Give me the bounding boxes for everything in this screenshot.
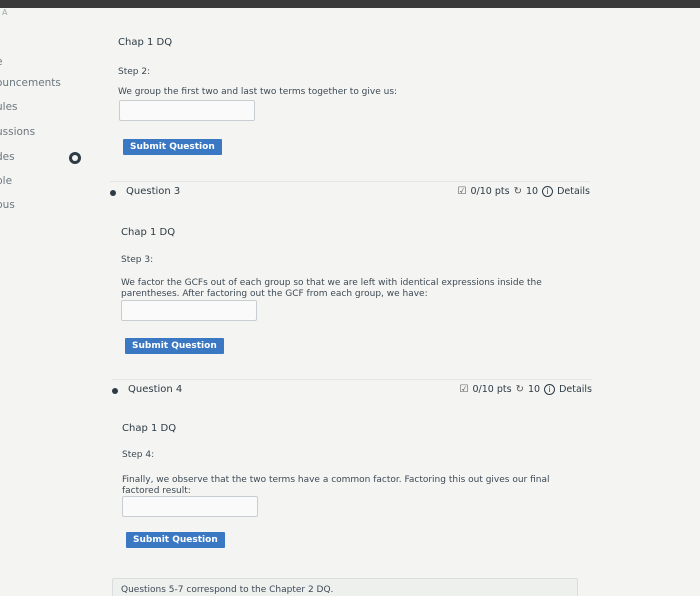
step-label: Step 4: — [122, 450, 155, 460]
attempts-value: 10 — [525, 186, 539, 197]
points-value: 0/10 pts — [470, 186, 510, 197]
course-nav-sidebar: e ouncements ules ussions des ple bus — [0, 20, 72, 596]
submit-question-button[interactable]: Submit Question — [125, 338, 224, 354]
submit-question-button[interactable]: Submit Question — [123, 139, 222, 155]
top-bar-corner-text: A — [2, 8, 8, 17]
sidebar-item-grades[interactable]: des — [0, 151, 15, 163]
attempts-value: 10 — [527, 384, 541, 395]
sidebar-item-discussions[interactable]: ussions — [0, 126, 35, 138]
block-title: Chap 1 DQ — [118, 37, 173, 48]
sidebar-item-home[interactable]: e — [0, 56, 2, 68]
retry-icon: ↻ — [515, 384, 524, 395]
page-indicator-icon — [69, 152, 81, 164]
block-title: Chap 1 DQ — [122, 423, 177, 434]
edit-icon: ☑ — [459, 384, 469, 395]
info-icon[interactable]: i — [542, 186, 554, 197]
question-meta: ☑ 0/10 pts ↻ 10 i Details — [458, 186, 590, 197]
question-prompt: We factor the GCFs out of each group so … — [121, 278, 542, 299]
answer-input[interactable] — [119, 100, 255, 121]
question-title: Question 4 — [128, 384, 183, 395]
submit-question-button[interactable]: Submit Question — [126, 532, 225, 548]
block-title: Chap 1 DQ — [121, 227, 176, 238]
details-link[interactable]: Details — [559, 384, 592, 395]
sidebar-item-people[interactable]: ple — [0, 175, 12, 187]
info-icon[interactable]: i — [544, 384, 556, 395]
bullet-icon — [112, 388, 118, 394]
sidebar-item-announcements[interactable]: ouncements — [0, 77, 61, 89]
section-note-text: Questions 5-7 correspond to the Chapter … — [121, 585, 334, 595]
answer-input[interactable] — [121, 300, 257, 321]
question-meta: ☑ 0/10 pts ↻ 10 i Details — [460, 384, 592, 395]
section-note: Questions 5-7 correspond to the Chapter … — [112, 578, 578, 596]
points-value: 0/10 pts — [472, 384, 512, 395]
bullet-icon — [110, 190, 116, 196]
step-label: Step 2: — [118, 67, 151, 77]
step-label: Step 3: — [121, 255, 154, 265]
question-prompt: Finally, we observe that the two terms h… — [122, 475, 550, 496]
details-link[interactable]: Details — [557, 186, 590, 197]
quiz-content: Chap 1 DQ Step 2: We group the first two… — [100, 0, 700, 596]
sidebar-item-syllabus[interactable]: bus — [0, 199, 15, 211]
retry-icon: ↻ — [513, 186, 522, 197]
question-title: Question 3 — [126, 186, 181, 197]
question-3-header: Question 3 ☑ 0/10 pts ↻ 10 i Details — [110, 181, 590, 205]
answer-input[interactable] — [122, 496, 258, 517]
question-4-header: Question 4 ☑ 0/10 pts ↻ 10 i Details — [112, 379, 592, 403]
edit-icon: ☑ — [457, 186, 467, 197]
sidebar-item-modules[interactable]: ules — [0, 101, 18, 113]
question-prompt: We group the first two and last two term… — [118, 87, 398, 97]
